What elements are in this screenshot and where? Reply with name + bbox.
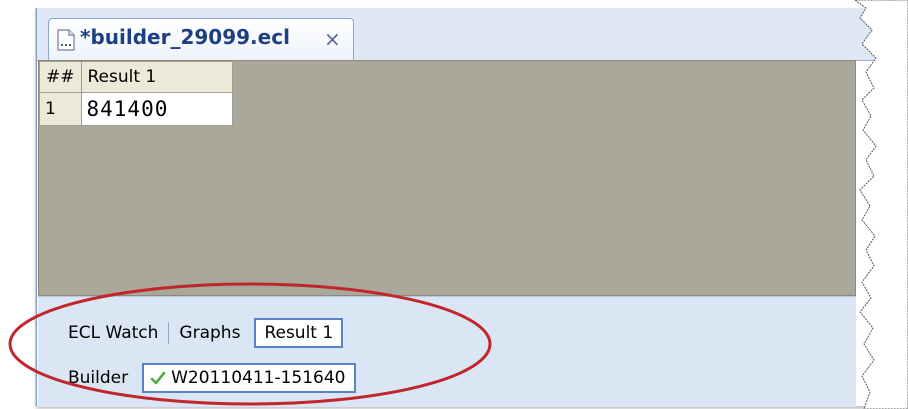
result-table: ## Result 1 1 841400 [39, 61, 233, 126]
result-value-cell[interactable]: 841400 [80, 92, 233, 126]
editor-tab-strip: *builder_29099.ecl × [37, 8, 907, 61]
tab-result-1[interactable]: Result 1 [254, 318, 344, 348]
editor-tab[interactable]: *builder_29099.ecl × [48, 18, 354, 60]
workunit-tabs-row: Builder W20110411-151640 [68, 360, 356, 396]
column-header-result-1[interactable]: Result 1 [80, 61, 233, 93]
editor-tab-title: *builder_29099.ecl [80, 25, 290, 49]
result-grid-area: ## Result 1 1 841400 [38, 60, 856, 296]
tab-builder[interactable]: Builder [68, 368, 128, 388]
tab-separator [168, 322, 170, 344]
column-header-rownum[interactable]: ## [39, 61, 82, 93]
table-row[interactable]: 1 841400 [39, 92, 233, 126]
editor-window: *builder_29099.ecl × ## Result 1 1 84140… [36, 8, 907, 407]
tab-ecl-watch[interactable]: ECL Watch [68, 323, 158, 343]
ecl-file-icon [57, 29, 75, 51]
row-number-cell: 1 [39, 92, 82, 126]
screenshot-stage: *builder_29099.ecl × ## Result 1 1 84140… [0, 0, 908, 409]
table-header-row: ## Result 1 [39, 61, 233, 93]
result-tabs-panel: ECL Watch Graphs Result 1 Builder W20110… [38, 296, 856, 407]
tab-graphs[interactable]: Graphs [179, 323, 240, 343]
tab-workunit[interactable]: W20110411-151640 [142, 363, 356, 393]
result-tabs-row: ECL Watch Graphs Result 1 [68, 317, 344, 349]
workunit-id: W20110411-151640 [171, 368, 346, 388]
check-icon [150, 371, 166, 385]
close-icon[interactable]: × [324, 27, 341, 51]
